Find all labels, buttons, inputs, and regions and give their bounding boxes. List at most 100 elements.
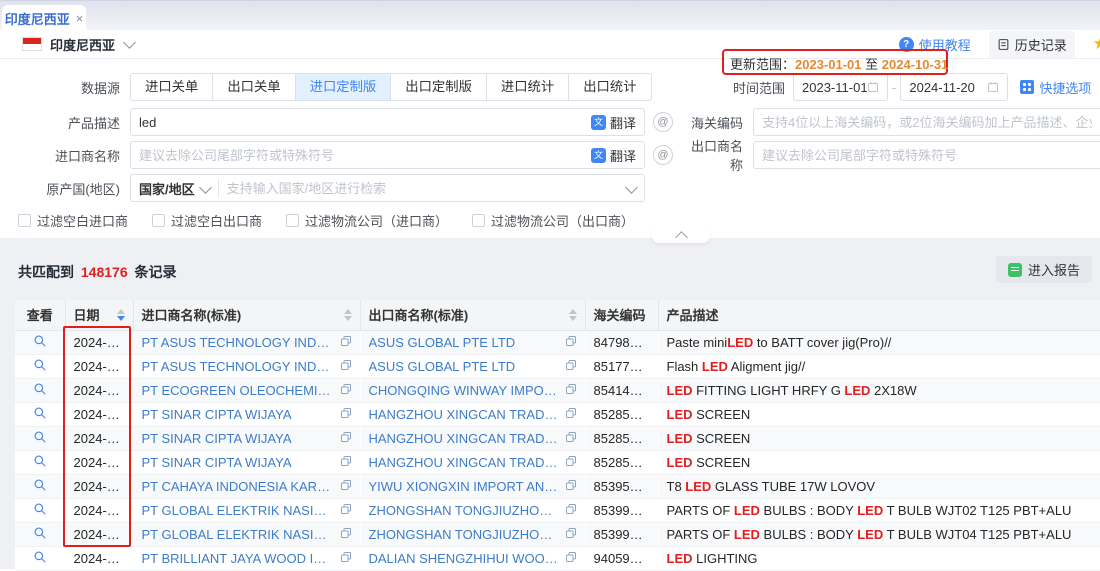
exporter-link[interactable]: ZHONGSHAN TONGJIUZHOU INTERNA... — [369, 503, 559, 518]
exporter-link[interactable]: YIWU XIONGXIN IMPORT AND EXPORT... — [369, 479, 559, 494]
copy-icon[interactable] — [340, 383, 352, 398]
exporter-link[interactable]: DALIAN SHENGZHIHUI WOOD INDUST... — [369, 551, 559, 566]
enter-report-button[interactable]: 进入报告 — [996, 256, 1092, 283]
view-detail-button[interactable] — [15, 474, 65, 498]
copy-icon[interactable] — [565, 503, 577, 518]
col-importer[interactable]: 进口商名称(标准) — [133, 300, 360, 330]
source-tab[interactable]: 进口关单 — [130, 73, 213, 101]
match-mode-icon[interactable]: @ — [653, 145, 673, 165]
exporter-link[interactable]: ASUS GLOBAL PTE LTD — [369, 335, 516, 350]
source-tab[interactable]: 进口定制版 — [296, 73, 392, 101]
view-detail-button[interactable] — [15, 402, 65, 426]
filter-checkbox[interactable]: 过滤空白出口商 — [152, 211, 262, 230]
copy-icon[interactable] — [340, 551, 352, 566]
sort-icon[interactable] — [344, 309, 352, 321]
exporter-link[interactable]: HANGZHOU XINGCAN TRADING CO LTD — [369, 455, 559, 470]
origin-type-select[interactable]: 国家/地区 — [139, 179, 219, 198]
sort-icon[interactable] — [569, 309, 577, 321]
product-desc-value[interactable] — [139, 115, 591, 130]
exporter-link[interactable]: CHONGQING WINWAY IMPORT AND E... — [369, 383, 559, 398]
importer-name-input[interactable]: 文 翻译 — [130, 141, 645, 169]
source-tab[interactable]: 出口关单 — [213, 73, 295, 101]
tab-indonesia[interactable]: 印度尼西亚 × — [2, 5, 86, 31]
copy-icon[interactable] — [565, 551, 577, 566]
importer-link[interactable]: PT SINAR CIPTA WIJAYA — [142, 455, 292, 470]
product-desc-input[interactable]: 文 翻译 — [130, 108, 645, 136]
hs-code-input[interactable] — [753, 108, 1100, 136]
translate-button[interactable]: 文 翻译 — [591, 146, 636, 165]
view-detail-button[interactable] — [15, 378, 65, 402]
importer-link[interactable]: PT GLOBAL ELEKTRIK NASIONAL — [142, 503, 334, 518]
source-tab[interactable]: 出口统计 — [569, 73, 651, 101]
importer-link[interactable]: PT ASUS TECHNOLOGY INDONESIA BA... — [142, 359, 334, 374]
view-detail-button[interactable] — [15, 330, 65, 354]
copy-icon[interactable] — [340, 455, 352, 470]
copy-icon[interactable] — [340, 431, 352, 446]
col-date[interactable]: 日期 — [65, 300, 133, 330]
collapse-filters-button[interactable] — [652, 228, 710, 243]
end-date-value[interactable] — [909, 80, 987, 95]
translate-button[interactable]: 文 翻译 — [591, 113, 636, 132]
checkbox-icon[interactable] — [286, 214, 299, 227]
view-detail-button[interactable] — [15, 354, 65, 378]
importer-link[interactable]: PT ECOGREEN OLEOCHEMICALS — [142, 383, 334, 398]
importer-link[interactable]: PT SINAR CIPTA WIJAYA — [142, 407, 292, 422]
start-date-input[interactable] — [793, 73, 888, 101]
copy-icon[interactable] — [565, 335, 577, 350]
exporter-name-input[interactable] — [753, 141, 1100, 169]
col-exporter[interactable]: 出口商名称(标准) — [360, 300, 585, 330]
chevron-down-icon[interactable] — [123, 36, 136, 49]
filter-checkbox[interactable]: 过滤空白进口商 — [18, 211, 128, 230]
copy-icon[interactable] — [340, 407, 352, 422]
importer-link[interactable]: PT SINAR CIPTA WIJAYA — [142, 431, 292, 446]
history-button[interactable]: 历史记录 — [989, 31, 1075, 58]
close-icon[interactable]: × — [76, 11, 84, 26]
chevron-down-icon[interactable] — [625, 181, 638, 194]
exporter-link[interactable]: ASUS GLOBAL PTE LTD — [369, 359, 516, 374]
copy-icon[interactable] — [340, 503, 352, 518]
importer-link[interactable]: PT CAHAYA INDONESIA KARGO — [142, 479, 334, 494]
exporter-name-value[interactable] — [762, 148, 1092, 163]
filter-checkbox[interactable]: 过滤物流公司（出口商） — [472, 211, 634, 230]
tutorial-link[interactable]: ? 使用教程 — [899, 35, 971, 54]
view-detail-button[interactable] — [15, 522, 65, 546]
exporter-link[interactable]: HANGZHOU XINGCAN TRADING CO LTD — [369, 407, 559, 422]
copy-icon[interactable] — [565, 383, 577, 398]
importer-link[interactable]: PT GLOBAL ELEKTRIK NASIONAL — [142, 527, 334, 542]
copy-icon[interactable] — [565, 527, 577, 542]
source-tab[interactable]: 进口统计 — [487, 73, 569, 101]
view-detail-button[interactable] — [15, 450, 65, 474]
exporter-link[interactable]: HANGZHOU XINGCAN TRADING CO LTD — [369, 431, 559, 446]
copy-icon[interactable] — [565, 479, 577, 494]
star-icon[interactable]: ★ — [1093, 34, 1100, 54]
checkbox-icon[interactable] — [152, 214, 165, 227]
copy-icon[interactable] — [340, 479, 352, 494]
end-date-input[interactable] — [900, 73, 1008, 101]
filter-checkbox[interactable]: 过滤物流公司（进口商） — [286, 211, 448, 230]
view-detail-button[interactable] — [15, 546, 65, 570]
origin-country-value[interactable] — [227, 181, 627, 196]
start-date-value[interactable] — [802, 80, 867, 95]
match-mode-icon[interactable]: @ — [653, 112, 673, 132]
exporter-link[interactable]: ZHONGSHAN TONGJIUZHOU INTERNA... — [369, 527, 559, 542]
sort-icon[interactable] — [117, 309, 125, 321]
source-tab[interactable]: 出口定制版 — [391, 73, 487, 101]
copy-icon[interactable] — [340, 335, 352, 350]
copy-icon[interactable] — [565, 455, 577, 470]
copy-icon[interactable] — [565, 431, 577, 446]
importer-link[interactable]: PT BRILLIANT JAYA WOOD INDUSTRY — [142, 551, 334, 566]
country-selector-label[interactable]: 印度尼西亚 — [50, 35, 115, 54]
importer-link[interactable]: PT ASUS TECHNOLOGY INDONESIA BA... — [142, 335, 334, 350]
copy-icon[interactable] — [340, 359, 352, 374]
copy-icon[interactable] — [565, 407, 577, 422]
importer-name-value[interactable] — [139, 148, 591, 163]
quick-options-button[interactable]: 快捷选项 — [1020, 78, 1091, 97]
copy-icon[interactable] — [340, 527, 352, 542]
origin-country-input[interactable]: 国家/地区 — [130, 174, 645, 202]
checkbox-icon[interactable] — [18, 214, 31, 227]
checkbox-icon[interactable] — [472, 214, 485, 227]
view-detail-button[interactable] — [15, 498, 65, 522]
copy-icon[interactable] — [565, 359, 577, 374]
hs-code-value[interactable] — [762, 115, 1092, 130]
view-detail-button[interactable] — [15, 426, 65, 450]
